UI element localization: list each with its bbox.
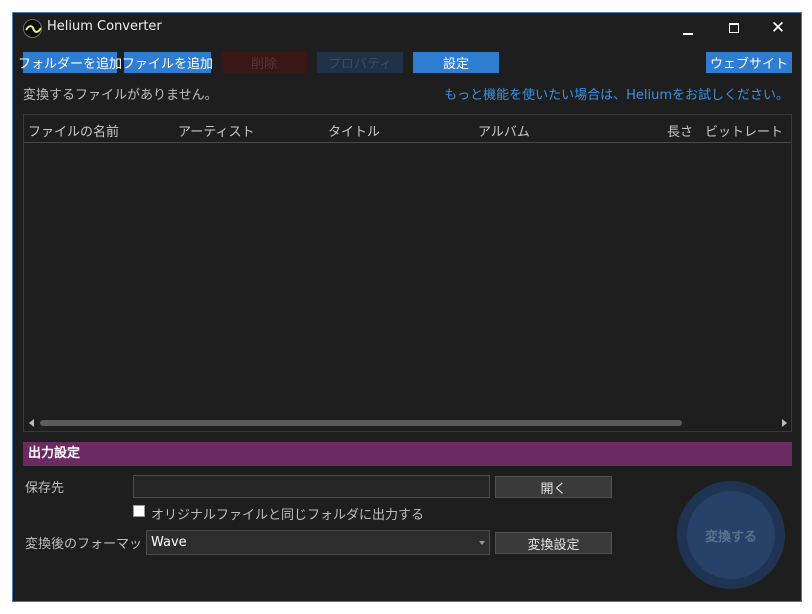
file-list[interactable]: ファイルの名前 アーティスト タイトル アルバム 長さ ビットレート [23, 114, 792, 432]
save-to-input[interactable] [133, 475, 490, 498]
website-button[interactable]: ウェブサイト [706, 52, 792, 73]
same-folder-label[interactable]: オリジナルファイルと同じフォルダに出力する [151, 504, 424, 523]
scroll-right-icon[interactable] [782, 419, 787, 427]
maximize-button[interactable] [713, 13, 755, 43]
column-header-title[interactable]: タイトル [328, 121, 380, 140]
open-folder-button[interactable]: 開く [495, 476, 612, 498]
main-window: Helium Converter ✕ フォルダーを追加 ファイルを追加 削除 プ… [12, 12, 802, 602]
column-header-album[interactable]: アルバム [478, 121, 530, 140]
status-text: 変換するファイルがありません。 [23, 88, 218, 103]
add-file-button[interactable]: ファイルを追加 [122, 52, 213, 73]
close-button[interactable]: ✕ [757, 13, 799, 43]
properties-button[interactable]: プロパティ [317, 52, 403, 73]
chevron-down-icon [479, 541, 485, 545]
helium-logo-icon [23, 19, 42, 38]
scroll-left-icon[interactable] [29, 419, 34, 427]
save-to-label: 保存先 [25, 481, 65, 496]
add-folder-button[interactable]: フォルダーを追加 [18, 52, 122, 73]
column-header-length[interactable]: 長さ [667, 121, 693, 140]
helium-promo-link[interactable]: もっと機能を使いたい場合は、Heliumをお試しください。 [444, 84, 789, 103]
convert-settings-button[interactable]: 変換設定 [495, 532, 612, 554]
column-header-filename[interactable]: ファイルの名前 [28, 121, 119, 140]
title-bar[interactable]: Helium Converter ✕ [13, 13, 801, 43]
scrollbar-thumb[interactable] [40, 420, 682, 426]
close-icon: ✕ [770, 18, 786, 38]
convert-button[interactable]: 変換する [677, 481, 785, 589]
delete-button[interactable]: 削除 [221, 52, 307, 73]
maximize-icon [729, 23, 739, 33]
settings-button[interactable]: 設定 [413, 52, 499, 73]
convert-button-label: 変換する [687, 491, 775, 579]
horizontal-scrollbar[interactable] [24, 415, 791, 431]
output-settings-header: 出力設定 [23, 442, 792, 466]
same-folder-checkbox[interactable] [133, 505, 145, 517]
output-format-value: Wave [151, 535, 187, 550]
output-format-label: 変換後のフォーマット: [25, 537, 160, 552]
window-title: Helium Converter [47, 19, 162, 34]
column-header-bitrate[interactable]: ビットレート [705, 121, 783, 140]
output-format-select[interactable]: Wave [146, 530, 490, 555]
column-header-artist[interactable]: アーティスト [178, 121, 254, 140]
minimize-button[interactable] [667, 13, 709, 43]
file-list-header: ファイルの名前 アーティスト タイトル アルバム 長さ ビットレート [24, 115, 791, 143]
minimize-icon [683, 33, 693, 35]
